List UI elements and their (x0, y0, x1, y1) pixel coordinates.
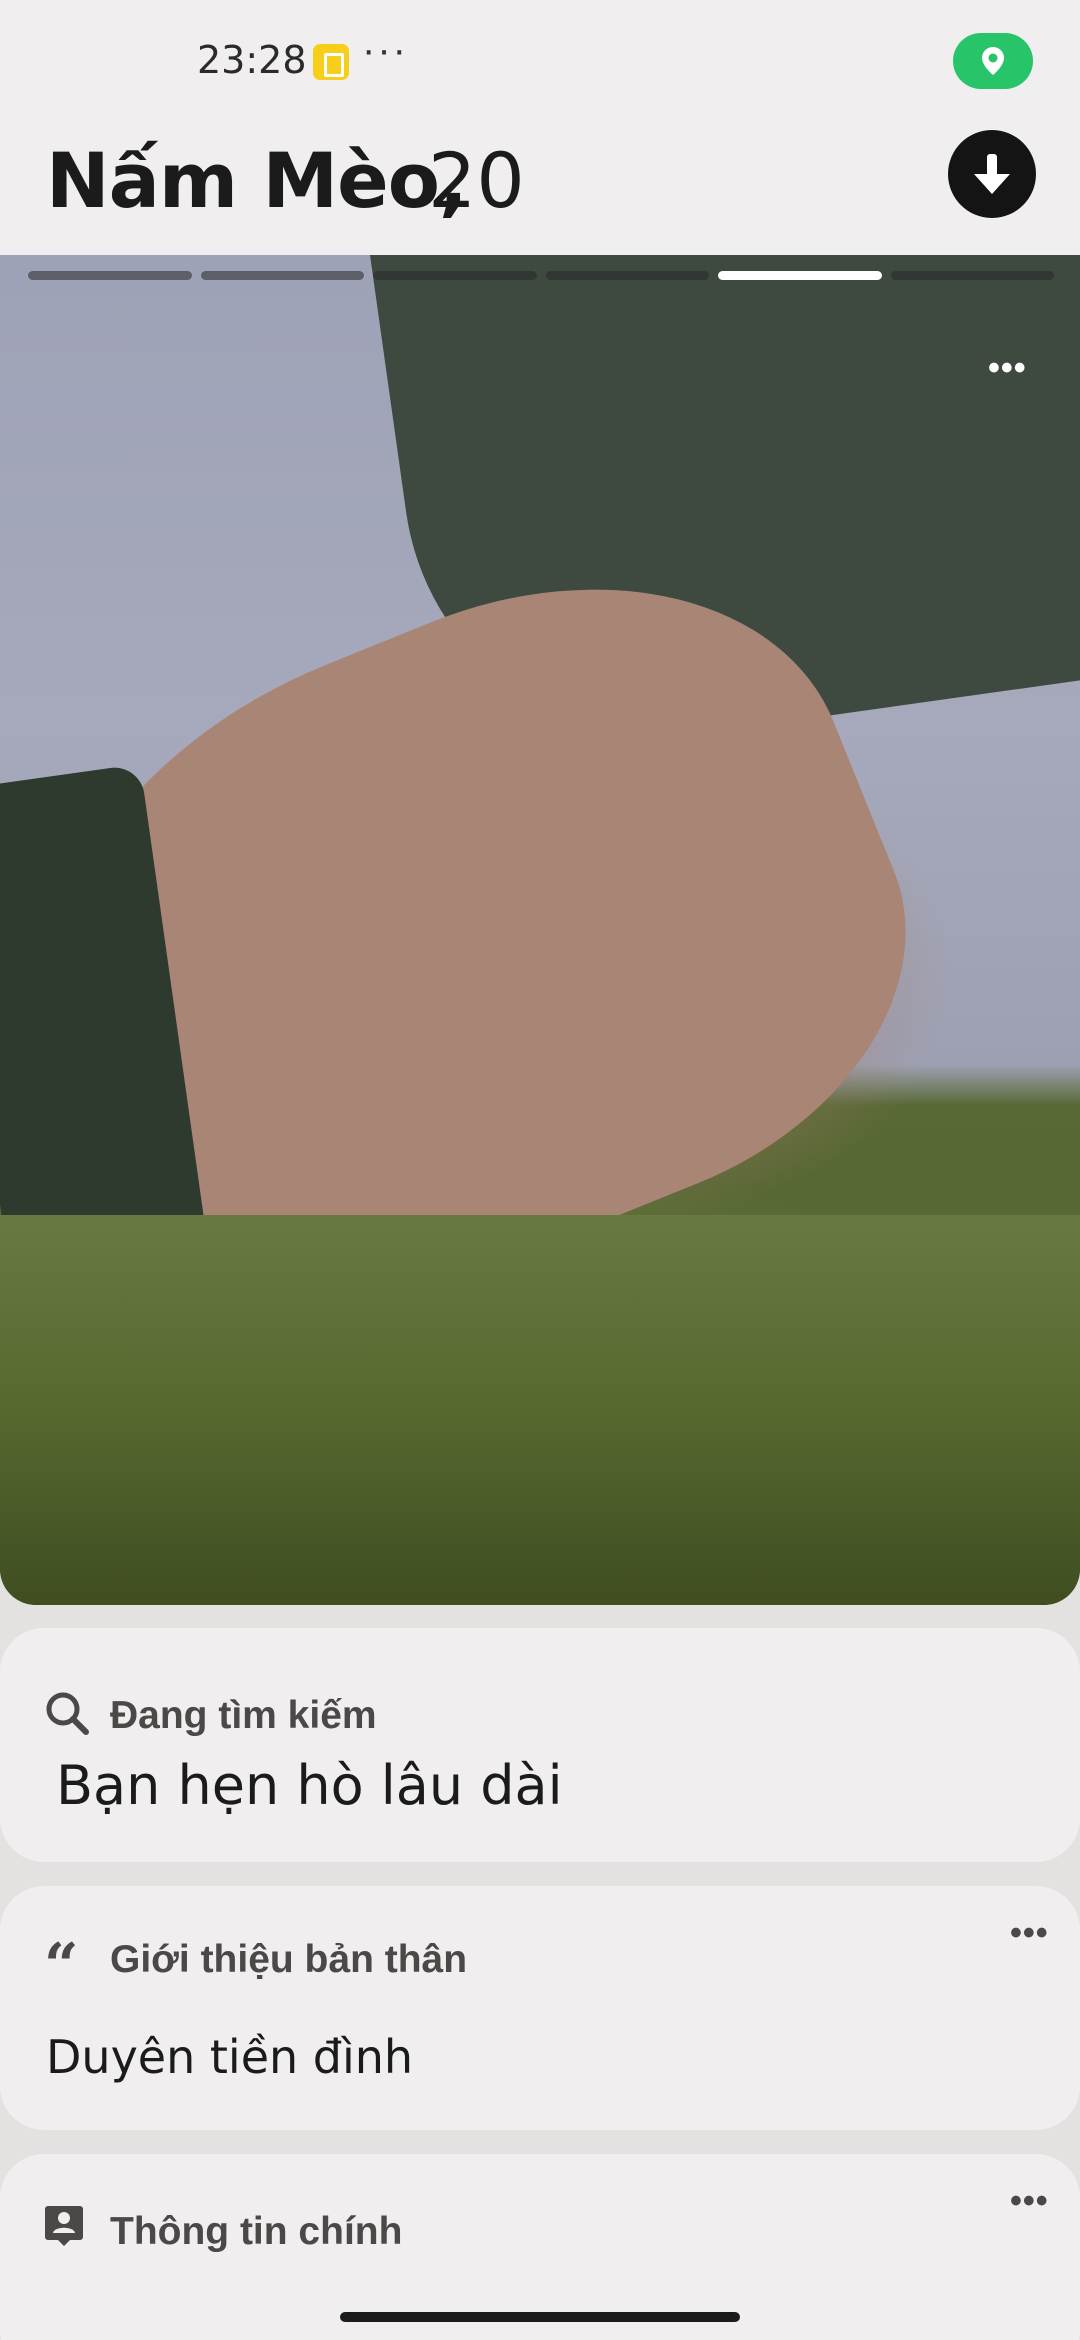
home-indicator[interactable] (340, 2312, 740, 2322)
quote-icon: “ (44, 1931, 79, 2001)
location-pin-icon (982, 47, 1004, 75)
looking-for-value: Bạn hẹn hò lâu dài (56, 1754, 563, 1817)
basic-info-label: Thông tin chính (110, 2210, 403, 2253)
search-icon (46, 1692, 89, 1735)
looking-for-card: Đang tìm kiếm Bạn hẹn hò lâu dài (0, 1628, 1080, 1862)
photo-progress-segment (890, 271, 1054, 280)
photo-progress-segment (200, 271, 364, 280)
app-notification-icon (313, 44, 349, 80)
status-bar: 23:28 ··· (0, 0, 1080, 120)
profile-age: 20 (428, 136, 525, 225)
photo-more-button[interactable]: ••• (988, 349, 1027, 388)
profile-header: Nấm Mèo, 20 (0, 120, 1080, 255)
more-notifications-icon: ··· (362, 28, 408, 72)
about-card: “ Giới thiệu bản thân ••• Duyên tiền đìn… (0, 1886, 1080, 2130)
photo-progress-segment (545, 271, 709, 280)
profile-screen: 23:28 ··· Nấm Mèo, 20 ••• Đang tìm kiếm … (0, 0, 1080, 2340)
photo-progress-segment (28, 271, 192, 280)
photo-progress-indicator (28, 271, 1054, 280)
arrow-down-icon (974, 154, 1010, 194)
photo-progress-segment (718, 271, 882, 280)
collapse-profile-button[interactable] (948, 130, 1036, 218)
about-value: Duyên tiền đình (46, 2030, 414, 2084)
status-time: 23:28 (197, 38, 307, 82)
about-more-button[interactable]: ••• (1010, 1914, 1049, 1953)
profile-name: Nấm Mèo, (46, 136, 468, 225)
about-label: Giới thiệu bản thân (110, 1938, 468, 1981)
basic-info-more-button[interactable]: ••• (1010, 2182, 1049, 2221)
looking-for-label: Đang tìm kiếm (110, 1694, 377, 1737)
photo-progress-segment (373, 271, 537, 280)
profile-photo[interactable]: ••• (0, 255, 1080, 1605)
location-indicator[interactable] (953, 33, 1033, 89)
profile-card-icon (45, 2206, 83, 2246)
